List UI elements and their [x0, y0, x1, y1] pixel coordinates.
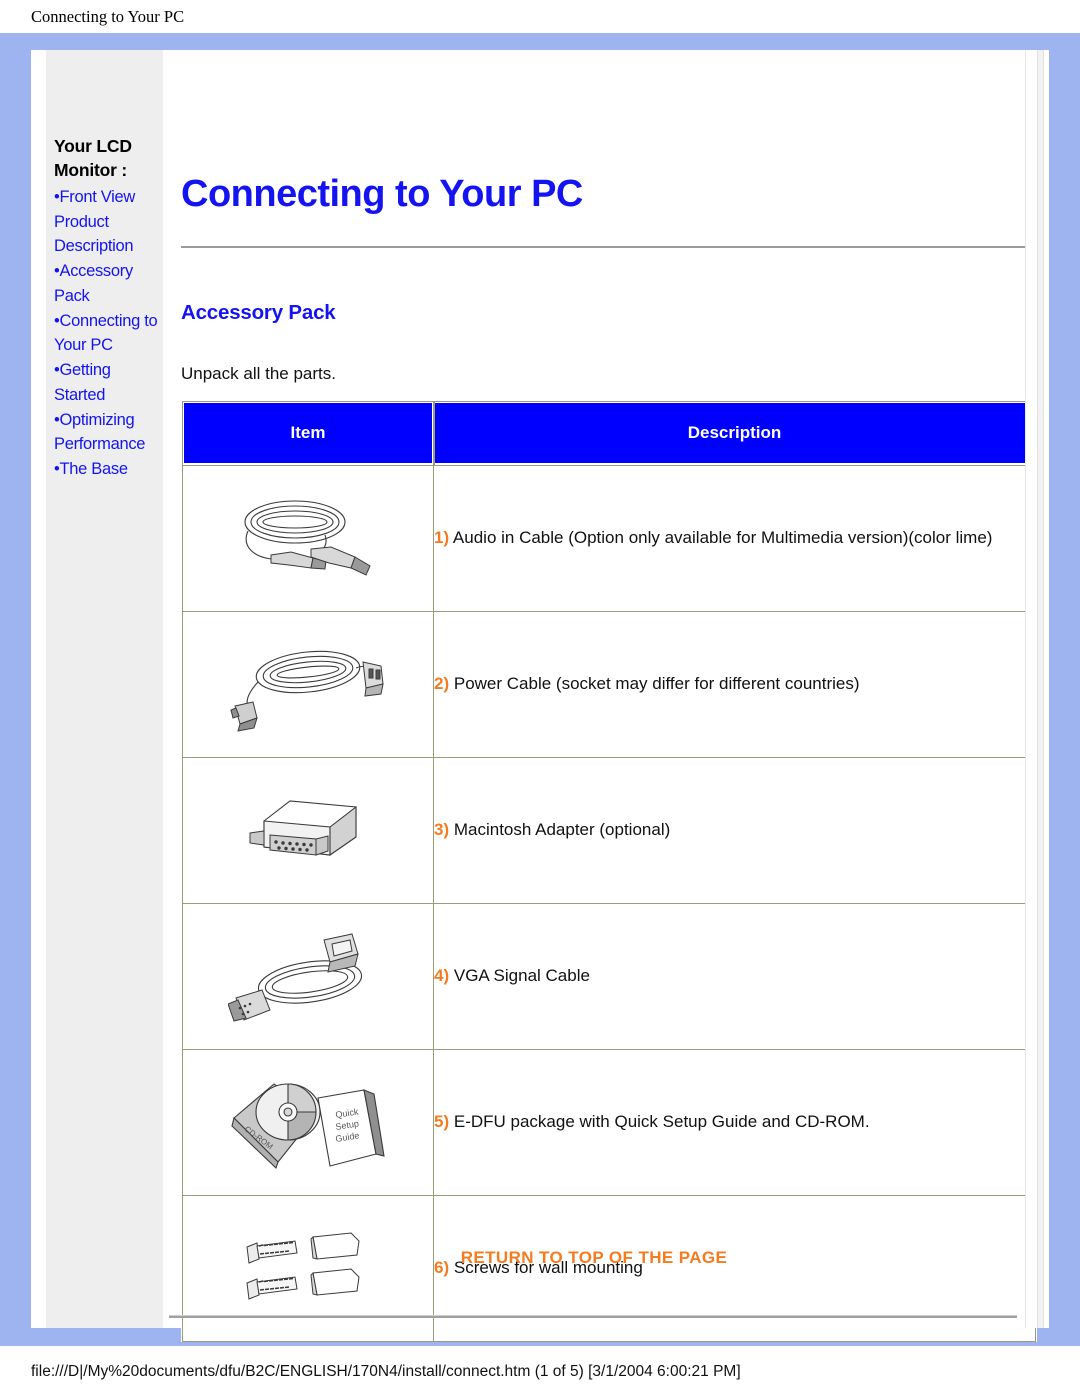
sidebar-item-connecting-to-your-pc[interactable]: •Connecting to Your PC: [54, 309, 163, 359]
item-index: 5): [434, 1112, 450, 1132]
item-cell: [182, 1195, 434, 1342]
item-cell: [182, 757, 434, 904]
sidebar-nav-list: •Front View Product Description •Accesso…: [46, 185, 163, 482]
sidebar-item-accessory-pack[interactable]: •Accessory Pack: [54, 259, 163, 309]
page-title: Connecting to Your PC: [181, 173, 583, 216]
screws-icon: [183, 1196, 433, 1341]
status-bar-path: file:///D|/My%20documents/dfu/B2C/ENGLIS…: [31, 1362, 741, 1380]
page-frame: Your LCD Monitor : •Front View Product D…: [0, 33, 1080, 1346]
item-cell: [182, 611, 434, 758]
item-index: 1): [434, 528, 450, 548]
description-cell: 2) Power Cable (socket may differ for di…: [433, 611, 1036, 758]
description-cell: 6) Screws for wall mounting: [433, 1195, 1036, 1342]
power-cable-icon: [183, 612, 433, 757]
item-description: Audio in Cable (Option only available fo…: [452, 528, 993, 548]
item-description: Power Cable (socket may differ for diffe…: [453, 674, 860, 694]
browser-status-footer: file:///D|/My%20documents/dfu/B2C/ENGLIS…: [0, 1346, 1080, 1397]
vga-signal-cable-icon: [183, 904, 433, 1049]
sidebar-item-the-base[interactable]: •The Base: [54, 457, 163, 482]
item-description: Macintosh Adapter (optional): [453, 820, 671, 840]
audio-cable-icon: [183, 466, 433, 611]
sidebar-item-getting-started[interactable]: •Getting Started: [54, 358, 163, 408]
document-sheet: Your LCD Monitor : •Front View Product D…: [31, 50, 1049, 1342]
browser-print-header: Connecting to Your PC: [0, 0, 1080, 33]
sidebar-item-label: Optimizing Performance: [54, 410, 146, 454]
table-row: 1) Audio in Cable (Option only available…: [182, 464, 1036, 612]
horizontal-divider-top: [181, 246, 1026, 248]
item-index: 4): [434, 966, 450, 986]
intro-text: Unpack all the parts.: [181, 364, 336, 383]
return-to-top-link[interactable]: RETURN TO TOP OF THE PAGE: [163, 1248, 1025, 1268]
item-description: E-DFU package with Quick Setup Guide and…: [453, 1112, 870, 1132]
sidebar-item-label: Front View Product Description: [54, 187, 136, 256]
table-row: 3) Macintosh Adapter (optional): [182, 757, 1036, 904]
cdrom-package-icon: Quick Setup Guide CD-ROM: [183, 1050, 433, 1195]
sidebar-item-label: Getting Started: [54, 361, 111, 404]
section-heading: Accessory Pack: [181, 301, 336, 324]
item-index: 2): [434, 674, 450, 694]
sidebar-item-optimizing-performance[interactable]: •Optimizing Performance: [54, 408, 163, 458]
sidebar-item-label: Connecting to Your PC: [54, 311, 158, 355]
item-cell: [182, 464, 434, 612]
macintosh-adapter-icon: [183, 758, 433, 903]
table-row: 4) VGA Signal Cable: [182, 903, 1036, 1050]
sidebar-item-label: The Base: [59, 460, 128, 479]
description-cell: 3) Macintosh Adapter (optional): [433, 757, 1036, 904]
table-row: Quick Setup Guide CD-ROM 5) E-DFU packag…: [182, 1049, 1036, 1196]
table-row: 6) Screws for wall mounting: [182, 1195, 1036, 1342]
item-description: VGA Signal Cable: [453, 966, 590, 986]
sidebar-navigation: Your LCD Monitor : •Front View Product D…: [46, 50, 163, 1328]
column-header-item: Item: [181, 400, 435, 466]
print-header-title: Connecting to Your PC: [31, 6, 185, 26]
description-cell: 4) VGA Signal Cable: [433, 903, 1036, 1050]
accessory-pack-table: Item Description 1) Audio in Cable (Opti…: [181, 400, 1037, 1342]
table-header-row: Item Description: [181, 400, 1037, 466]
sidebar-item-label: Accessory Pack: [54, 262, 133, 305]
description-cell: 5) E-DFU package with Quick Setup Guide …: [433, 1049, 1036, 1196]
vertical-scrollbar[interactable]: [1025, 50, 1049, 1328]
scrollbar-track[interactable]: [1037, 50, 1044, 1328]
sidebar-item-front-view[interactable]: •Front View Product Description: [54, 185, 163, 259]
sidebar-title: Your LCD Monitor :: [54, 136, 132, 180]
table-row: 2) Power Cable (socket may differ for di…: [182, 611, 1036, 758]
description-cell: 1) Audio in Cable (Option only available…: [433, 464, 1036, 612]
column-header-description: Description: [432, 400, 1037, 466]
horizontal-divider-bottom: [169, 1315, 1017, 1318]
item-index: 3): [434, 820, 450, 840]
item-cell: [182, 903, 434, 1050]
item-cell: Quick Setup Guide CD-ROM: [182, 1049, 434, 1196]
main-content: Connecting to Your PC Accessory Pack Unp…: [163, 50, 1037, 1342]
